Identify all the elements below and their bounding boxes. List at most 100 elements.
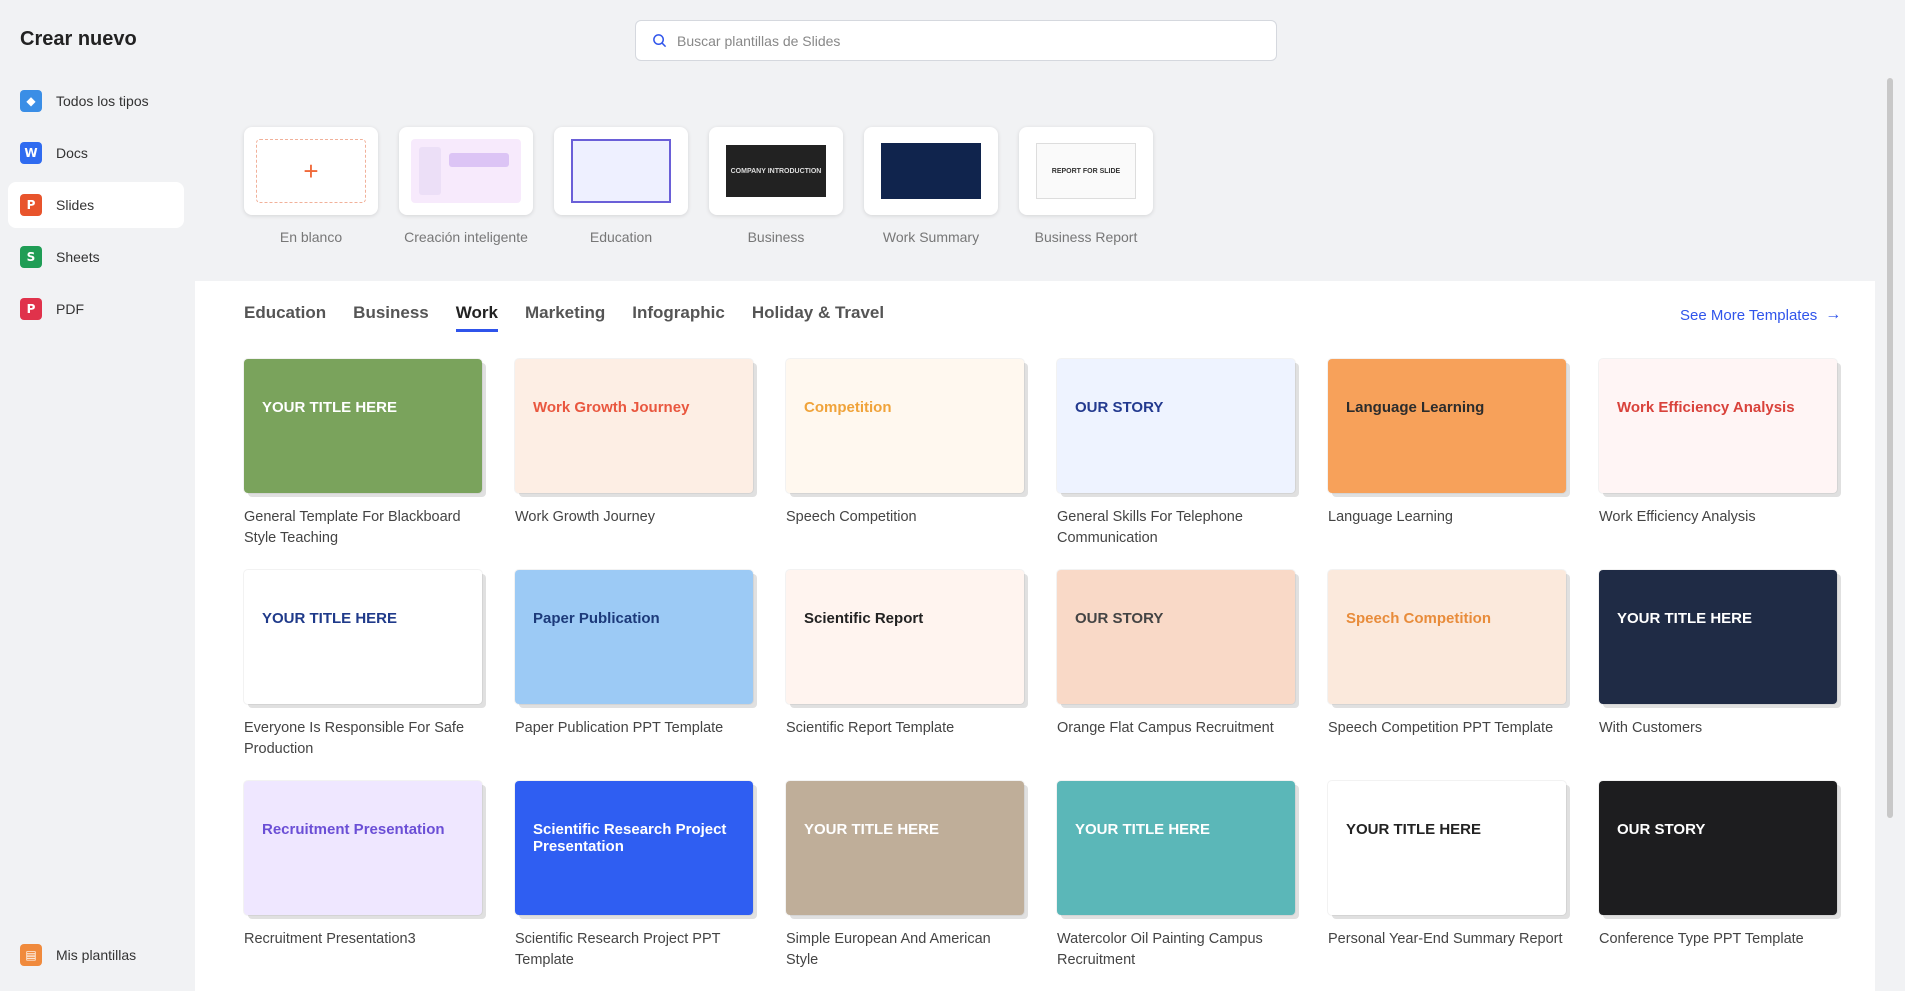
template-thumbnail-title: Scientific Research Project Presentation	[533, 821, 727, 856]
template-thumbnail-title: Paper Publication	[533, 610, 660, 627]
template-thumbnail: YOUR TITLE HERE	[1057, 781, 1295, 915]
tab-marketing[interactable]: Marketing	[525, 303, 605, 332]
scrollbar[interactable]	[1887, 78, 1893, 818]
quick-card-thumbnail: +	[244, 127, 378, 215]
template-card-title: Scientific Research Project PPT Template	[515, 931, 721, 968]
template-card[interactable]: OUR STORY General Skills For Telephone Co…	[1057, 359, 1295, 549]
quick-card-label: Business	[747, 229, 805, 245]
template-card[interactable]: Work Growth Journey Work Growth Journey	[515, 359, 753, 528]
sidebar-item-label: Slides	[56, 197, 95, 213]
sidebar-item-label: Sheets	[56, 249, 100, 265]
category-tabs: Education Business Work Marketing Infographi…	[244, 303, 911, 332]
template-thumbnail: Scientific Report	[786, 570, 1024, 704]
template-card-title: Speech Competition PPT Template	[1328, 720, 1554, 736]
quick-card-en-blanco[interactable]: + En blanco	[244, 127, 378, 245]
sidebar-item-label: Todos los tipos	[56, 93, 149, 109]
template-card-title: Scientific Report Template	[786, 720, 955, 736]
quick-card-label: Business Report	[1034, 229, 1138, 245]
quick-card-creación-inteligente[interactable]: Creación inteligente	[399, 127, 533, 245]
template-card[interactable]: Language Learning Language Learning	[1328, 359, 1566, 528]
template-thumbnail-title: Speech Competition	[1346, 610, 1492, 627]
template-card[interactable]: Recruitment Presentation Recruitment Pres…	[244, 781, 482, 950]
template-thumbnail-title: YOUR TITLE HERE	[262, 399, 398, 416]
tab-holiday-travel[interactable]: Holiday & Travel	[752, 303, 884, 332]
template-thumbnail-title: YOUR TITLE HERE	[1075, 821, 1211, 838]
tab-education[interactable]: Education	[244, 303, 326, 332]
template-card[interactable]: OUR STORY Orange Flat Campus Recruitment	[1057, 570, 1295, 739]
quick-card-thumbnail: REPORT FOR SLIDE	[1019, 127, 1153, 215]
template-card[interactable]: YOUR TITLE HERE Watercolor Oil Painting C…	[1057, 781, 1295, 971]
quick-card-business[interactable]: COMPANY INTRODUCTION Business	[709, 127, 843, 245]
quick-card-thumbnail	[554, 127, 688, 215]
template-card[interactable]: YOUR TITLE HERE General Template For Blac…	[244, 359, 482, 549]
quick-card-work-summary[interactable]: Work Summary	[864, 127, 998, 245]
see-more-label: See More Templates	[1680, 306, 1818, 324]
template-card-title: Work Growth Journey	[515, 509, 655, 525]
quick-card-label: Work Summary	[882, 229, 980, 245]
quick-card-thumb-text: REPORT FOR SLIDE	[1051, 167, 1121, 175]
quick-card-thumbnail	[864, 127, 998, 215]
template-card-title: Recruitment Presentation3	[244, 931, 416, 947]
template-card-title: Work Efficiency Analysis	[1599, 509, 1756, 525]
sidebar-item-pdf[interactable]: P PDF	[8, 286, 184, 332]
template-thumbnail-title: Language Learning	[1346, 399, 1485, 416]
tab-work[interactable]: Work	[455, 303, 498, 332]
template-thumbnail: OUR STORY	[1057, 570, 1295, 704]
sidebar-nav: ◆ Todos los tipos W Docs P Slides S Sheets P PDF	[8, 78, 184, 338]
template-card-title: Watercolor Oil Painting Campus Recruitme…	[1057, 931, 1263, 968]
template-thumbnail: OUR STORY	[1599, 781, 1837, 915]
quick-card-education[interactable]: Education	[554, 127, 688, 245]
template-card[interactable]: Speech Competition Speech Competition PPT…	[1328, 570, 1566, 739]
tab-infographic[interactable]: Infographic	[632, 303, 725, 332]
layers-icon: ◆	[20, 90, 42, 112]
template-thumbnail-title: Work Efficiency Analysis	[1617, 399, 1795, 416]
template-card-title: Simple European And American Style	[786, 931, 991, 968]
template-thumbnail-title: OUR STORY	[1075, 610, 1164, 627]
quick-card-label: En blanco	[279, 229, 343, 245]
plus-icon: +	[256, 139, 366, 203]
arrow-right-icon: →	[1825, 306, 1842, 323]
template-thumbnail-title: OUR STORY	[1617, 821, 1706, 838]
my-templates-link[interactable]: ▤ Mis plantillas	[20, 944, 136, 966]
template-card[interactable]: Work Efficiency Analysis Work Efficiency …	[1599, 359, 1837, 528]
template-card[interactable]: YOUR TITLE HERE Simple European And Ameri…	[786, 781, 1024, 971]
template-card-title: Conference Type PPT Template	[1599, 931, 1804, 947]
template-thumbnail: Competition	[786, 359, 1024, 493]
see-more-link[interactable]: See More Templates →	[1680, 306, 1841, 324]
template-card[interactable]: Competition Speech Competition	[786, 359, 1024, 528]
template-card-title: General Template For Blackboard Style Te…	[244, 509, 461, 546]
sidebar-item-sheets[interactable]: S Sheets	[8, 234, 184, 280]
template-card[interactable]: YOUR TITLE HERE With Customers	[1599, 570, 1837, 739]
quick-create-strip: + En blanco Creación inteligente Education C…	[195, 78, 1875, 281]
template-card-title: Language Learning	[1328, 509, 1453, 525]
sheets-icon: S	[20, 246, 42, 268]
template-thumbnail: Paper Publication	[515, 570, 753, 704]
template-card-title: General Skills For Telephone Communicati…	[1057, 509, 1243, 546]
template-thumbnail: Work Efficiency Analysis	[1599, 359, 1837, 493]
sidebar-item-slides[interactable]: P Slides	[8, 182, 184, 228]
sidebar-item-label: Docs	[56, 145, 88, 161]
quick-card-thumb-text: COMPANY INTRODUCTION	[730, 167, 822, 175]
sidebar-title: Crear nuevo	[20, 28, 137, 50]
sidebar-item-docs[interactable]: W Docs	[8, 130, 184, 176]
template-card[interactable]: YOUR TITLE HERE Everyone Is Responsible F…	[244, 570, 482, 760]
template-thumbnail-title: YOUR TITLE HERE	[262, 610, 398, 627]
template-thumbnail: YOUR TITLE HERE	[1599, 570, 1837, 704]
search-box[interactable]	[635, 20, 1277, 61]
search-icon	[653, 34, 667, 48]
search-input[interactable]	[677, 32, 1237, 49]
template-card[interactable]: Paper Publication Paper Publication PPT T…	[515, 570, 753, 739]
template-thumbnail: OUR STORY	[1057, 359, 1295, 493]
my-templates-label: Mis plantillas	[56, 947, 137, 963]
tab-business[interactable]: Business	[353, 303, 429, 332]
template-card[interactable]: OUR STORY Conference Type PPT Template	[1599, 781, 1837, 950]
template-card[interactable]: Scientific Research Project Presentation…	[515, 781, 753, 971]
template-thumbnail: Recruitment Presentation	[244, 781, 482, 915]
template-card-title: Speech Competition	[786, 509, 917, 525]
sidebar-item-todos-los-tipos[interactable]: ◆ Todos los tipos	[8, 78, 184, 124]
template-card[interactable]: YOUR TITLE HERE Personal Year-End Summary…	[1328, 781, 1566, 950]
template-thumbnail-title: YOUR TITLE HERE	[1617, 610, 1753, 627]
template-card[interactable]: Scientific Report Scientific Report Templ…	[786, 570, 1024, 739]
template-card-title: With Customers	[1599, 720, 1703, 736]
quick-card-business-report[interactable]: REPORT FOR SLIDE Business Report	[1019, 127, 1153, 245]
